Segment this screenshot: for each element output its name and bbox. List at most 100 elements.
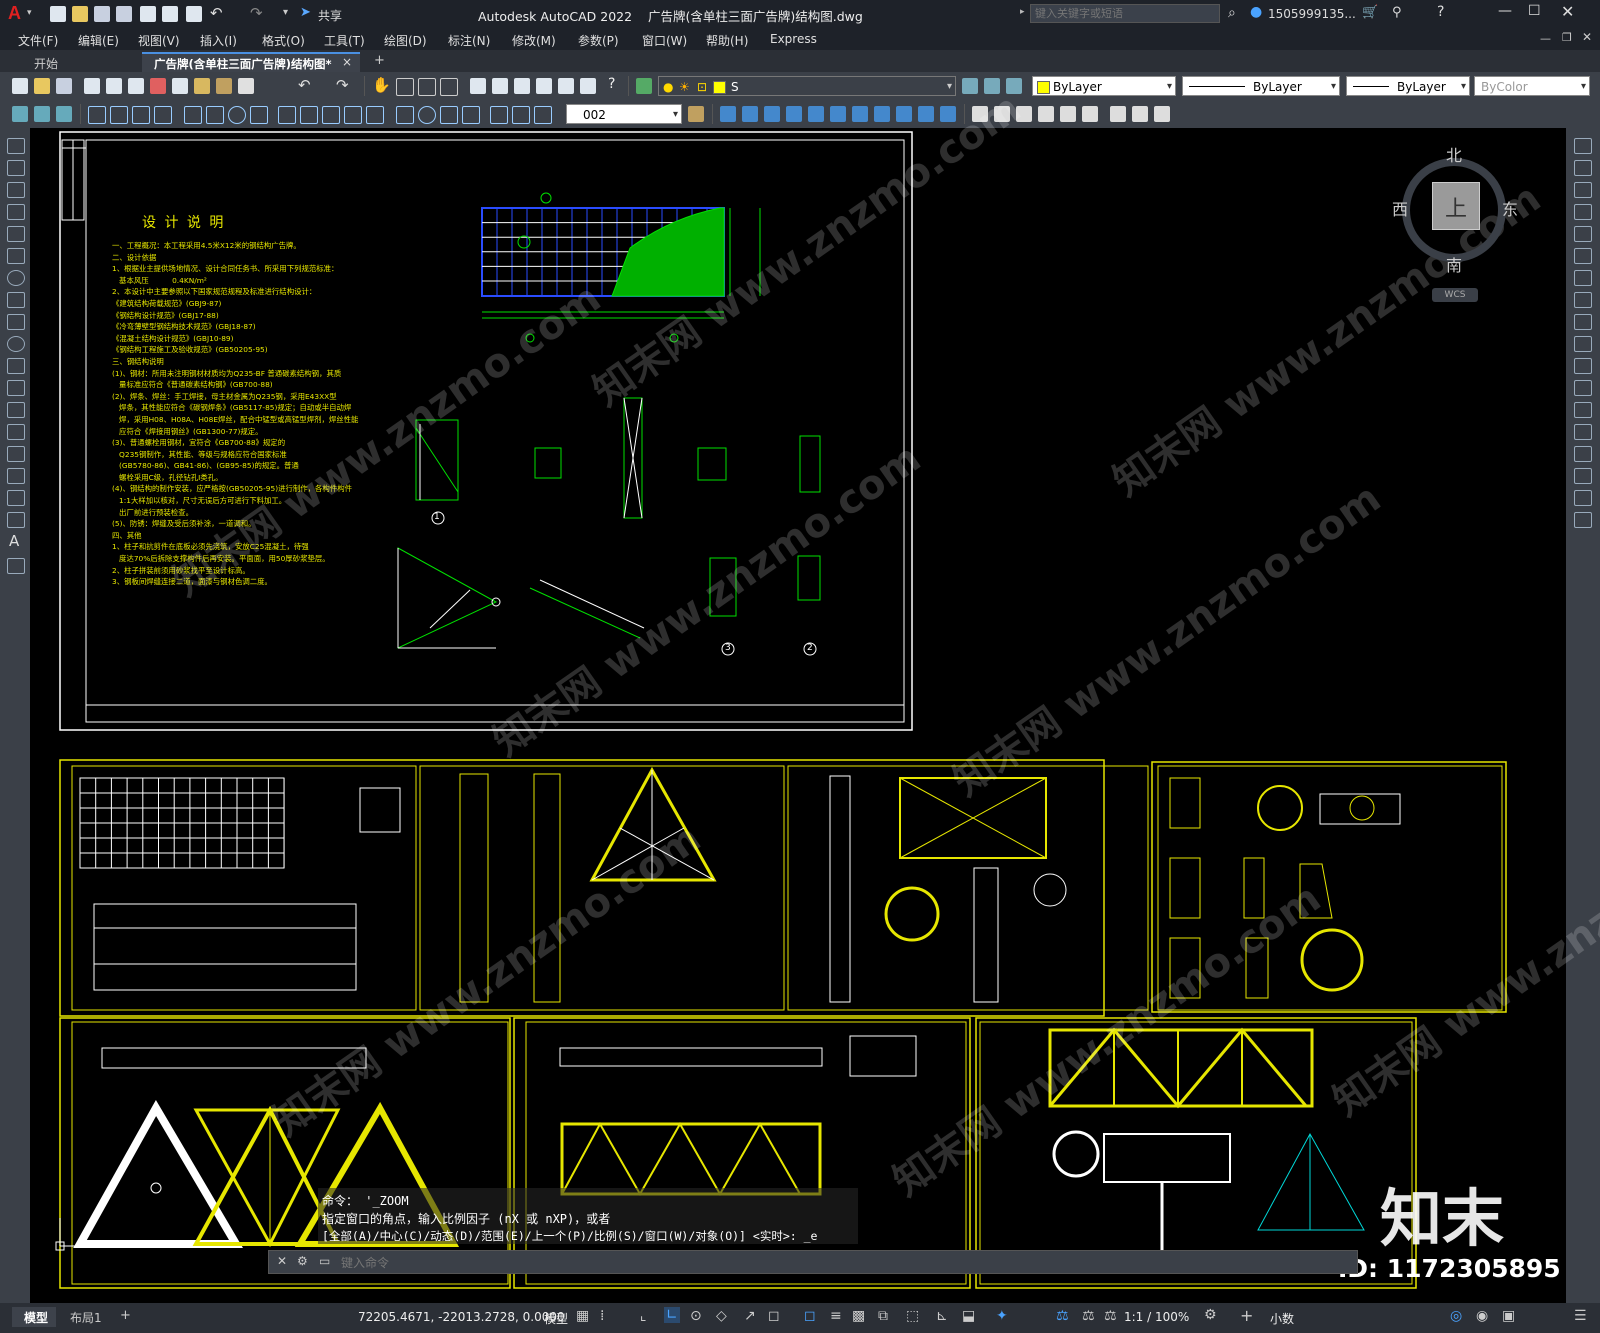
offset-icon[interactable] bbox=[1574, 204, 1592, 220]
transparency-icon[interactable]: ▩ bbox=[852, 1308, 865, 1324]
zoom-realtime-icon[interactable] bbox=[396, 78, 414, 96]
dim-update-icon[interactable] bbox=[534, 106, 552, 124]
designcenter-icon[interactable] bbox=[492, 78, 508, 94]
annotation-visibility-icon[interactable]: ⚖ bbox=[1056, 1308, 1069, 1324]
dim-linear-icon[interactable] bbox=[88, 106, 106, 124]
polar-icon[interactable]: ⊙ bbox=[690, 1308, 702, 1324]
viewcube-east[interactable]: 东 bbox=[1502, 196, 1518, 220]
construction-line-icon[interactable] bbox=[7, 160, 25, 176]
tab-start[interactable]: 开始 bbox=[12, 52, 140, 72]
dim-arc-icon[interactable] bbox=[132, 106, 150, 124]
mirror-icon[interactable] bbox=[1574, 182, 1592, 198]
polyline-icon[interactable] bbox=[7, 182, 25, 198]
rectangle-icon[interactable] bbox=[7, 226, 25, 242]
tab-model[interactable]: 模型 bbox=[12, 1307, 56, 1327]
mtext-icon[interactable]: A bbox=[9, 532, 19, 550]
menu-help[interactable]: 帮助(H) bbox=[706, 32, 748, 49]
isodraft-icon[interactable]: ◇ bbox=[716, 1308, 727, 1324]
search-input[interactable] bbox=[1030, 4, 1220, 23]
center-mark-icon[interactable] bbox=[418, 106, 436, 124]
blend-icon[interactable] bbox=[1574, 490, 1592, 506]
dim-baseline-icon[interactable] bbox=[300, 106, 318, 124]
hatch-icon[interactable] bbox=[7, 446, 25, 462]
visual-manager-icon[interactable] bbox=[1082, 106, 1098, 122]
customize-icon[interactable]: ⚙ bbox=[297, 1254, 308, 1268]
menu-express[interactable]: Express bbox=[770, 32, 817, 46]
viewcube-north[interactable]: 北 bbox=[1446, 142, 1462, 166]
doc-minimize-icon[interactable]: — bbox=[1540, 32, 1551, 45]
sheetset-icon[interactable] bbox=[536, 78, 552, 94]
hardware-accel-icon[interactable]: ◉ bbox=[1476, 1308, 1488, 1324]
layer-state-icon[interactable] bbox=[1006, 78, 1022, 94]
tolerance-icon[interactable] bbox=[396, 106, 414, 124]
layer-dropdown[interactable]: ● ☀ ⊡ S ▾ bbox=[658, 76, 956, 96]
units-value[interactable]: 小数 bbox=[1270, 1310, 1294, 1327]
maximize-icon[interactable]: ☐ bbox=[1528, 3, 1541, 19]
share-icon[interactable]: ➤ bbox=[300, 5, 311, 20]
markup-icon[interactable] bbox=[558, 78, 574, 94]
tab-active-drawing[interactable]: 广告牌(含单柱三面广告牌)结构图* × bbox=[142, 52, 360, 72]
chevron-down-icon[interactable]: ▾ bbox=[27, 8, 32, 18]
jogged-linear-icon[interactable] bbox=[462, 106, 480, 124]
move-icon[interactable] bbox=[1574, 248, 1592, 264]
lineweight-dropdown[interactable]: ByLayer ▾ bbox=[1346, 76, 1470, 96]
dim-angular-icon[interactable] bbox=[250, 106, 268, 124]
ucs-icon[interactable] bbox=[1110, 106, 1126, 122]
tab-close-icon[interactable]: × bbox=[342, 55, 352, 69]
view-bottom-icon[interactable] bbox=[742, 106, 758, 122]
command-input[interactable] bbox=[339, 1253, 1343, 1273]
menu-parametric[interactable]: 参数(P) bbox=[578, 32, 619, 49]
plot-icon[interactable] bbox=[84, 78, 100, 94]
dimstyle-dropdown[interactable]: 002 ▾ bbox=[566, 104, 682, 124]
model-space-toggle[interactable]: 模型 bbox=[544, 1310, 568, 1327]
chamfer-icon[interactable] bbox=[1574, 446, 1592, 462]
add-selected-icon[interactable] bbox=[7, 558, 25, 574]
ellipse-arc-icon[interactable] bbox=[7, 358, 25, 374]
clean-screen-icon[interactable]: ▣ bbox=[1502, 1308, 1515, 1324]
view-ne-iso-icon[interactable] bbox=[896, 106, 912, 122]
lineweight-icon[interactable]: ≡ bbox=[830, 1308, 842, 1324]
dim-jogged-icon[interactable] bbox=[206, 106, 224, 124]
extend-icon[interactable] bbox=[1574, 358, 1592, 374]
osnap-active-icon[interactable]: ◻ bbox=[804, 1308, 816, 1324]
close-icon[interactable]: ✕ bbox=[277, 1254, 287, 1268]
view-top-icon[interactable] bbox=[720, 106, 736, 122]
snap-icon[interactable]: ⁞ bbox=[600, 1308, 604, 1324]
polygon-icon[interactable] bbox=[7, 204, 25, 220]
coordinates-readout[interactable]: 72205.4671, -22013.2728, 0.0000 bbox=[358, 1310, 565, 1324]
stretch-icon[interactable] bbox=[1574, 314, 1592, 330]
saveas-icon[interactable] bbox=[116, 6, 132, 22]
arc-icon[interactable] bbox=[7, 248, 25, 264]
new-tab-button[interactable]: + bbox=[374, 53, 385, 68]
view-sw-iso-icon[interactable] bbox=[852, 106, 868, 122]
chevron-right-icon[interactable]: ▸ bbox=[1020, 7, 1025, 17]
minimize-icon[interactable]: — bbox=[1498, 3, 1512, 19]
tab-layout1[interactable]: 布局1 bbox=[70, 1309, 102, 1326]
save-icon[interactable] bbox=[94, 6, 110, 22]
user-icon[interactable]: ● bbox=[1250, 4, 1262, 20]
user-name[interactable]: 1505999135... bbox=[1268, 7, 1356, 21]
spline-icon[interactable] bbox=[7, 314, 25, 330]
dim-radius-icon[interactable] bbox=[184, 106, 202, 124]
autodesk-a360-icon[interactable]: ⚲ bbox=[1392, 5, 1402, 20]
menu-format[interactable]: 格式(O) bbox=[262, 32, 305, 49]
menu-insert[interactable]: 插入(I) bbox=[200, 32, 237, 49]
view-se-iso-icon[interactable] bbox=[874, 106, 890, 122]
dim-aligned-icon[interactable] bbox=[110, 106, 128, 124]
pan-icon[interactable]: ✋ bbox=[372, 76, 391, 94]
gradient-icon[interactable] bbox=[7, 468, 25, 484]
visual-conceptual-icon[interactable] bbox=[1060, 106, 1076, 122]
close-icon[interactable]: ✕ bbox=[1561, 2, 1574, 21]
save-icon[interactable] bbox=[56, 78, 72, 94]
trim-icon[interactable] bbox=[1574, 336, 1592, 352]
menu-view[interactable]: 视图(V) bbox=[138, 32, 180, 49]
properties-icon[interactable] bbox=[470, 78, 486, 94]
ellipse-icon[interactable] bbox=[7, 336, 25, 352]
menu-edit[interactable]: 编辑(E) bbox=[78, 32, 119, 49]
dim-break-icon[interactable] bbox=[366, 106, 384, 124]
dim-textedit-icon[interactable] bbox=[512, 106, 530, 124]
dimstyle-manager-icon[interactable] bbox=[688, 106, 704, 122]
help-icon[interactable]: ? bbox=[1437, 4, 1444, 20]
search-icon[interactable]: ⌕ bbox=[1228, 5, 1236, 21]
join-icon[interactable] bbox=[1574, 424, 1592, 440]
